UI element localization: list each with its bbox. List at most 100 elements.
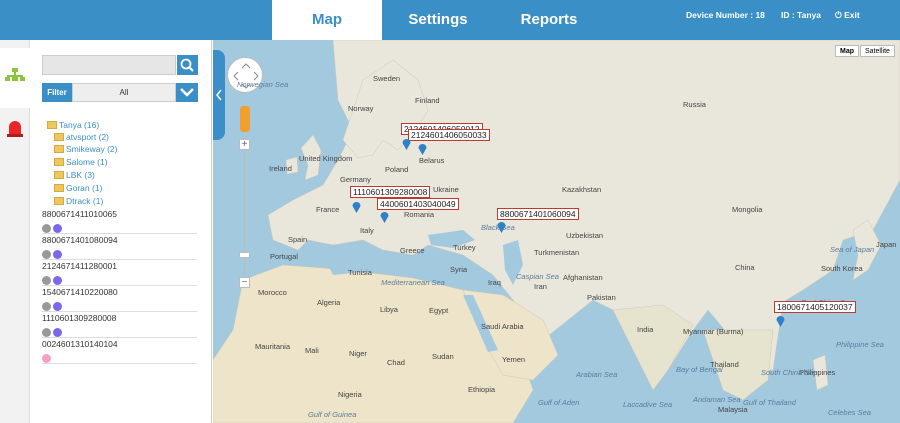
tree-group[interactable]: Smikeway (2) [54, 144, 117, 155]
tree-group[interactable]: atvsport (2) [54, 132, 109, 143]
sea-label: Arabian Sea [576, 370, 618, 379]
alarm-tab[interactable] [0, 118, 30, 138]
list-item[interactable]: 1540671410220080 [42, 287, 197, 312]
country-label: Libya [380, 305, 398, 314]
list-item[interactable]: 8800671401080094 [42, 235, 197, 260]
search-input[interactable] [42, 55, 176, 75]
zoom-in-button[interactable]: + [239, 139, 250, 150]
country-label: Afghanistan [563, 273, 603, 282]
map-type-map-button[interactable]: Map [835, 45, 859, 57]
device-map-label[interactable]: 2124601406050033 [408, 129, 490, 141]
country-label: Morocco [258, 288, 287, 297]
device-tree-tab[interactable] [0, 48, 30, 108]
tree-group[interactable]: LBK (3) [54, 170, 95, 181]
sea-label: Norwegian Sea [237, 80, 289, 89]
country-label: Mauritania [255, 342, 291, 351]
device-map-label[interactable]: 1110601309280008 [350, 186, 431, 198]
filter-dropdown-button[interactable] [176, 83, 198, 102]
country-label: Iran [534, 282, 547, 291]
signal-icon [53, 302, 62, 311]
device-map-label[interactable]: 4400601403040049 [377, 198, 459, 210]
country-label: Syria [450, 265, 468, 274]
device-id: 2124671411280001 [42, 261, 118, 271]
list-item[interactable]: 0024601310140104 [42, 339, 197, 364]
tree-group[interactable]: Goran (1) [54, 183, 102, 194]
country-label: Japan [876, 240, 897, 249]
tab-settings[interactable]: Settings [382, 0, 494, 40]
folder-icon [54, 197, 64, 205]
country-label: Iraq [488, 278, 501, 287]
map-pin-icon[interactable] [497, 221, 506, 233]
device-id: 8800671411010065 [42, 209, 118, 219]
signal-icon [53, 276, 62, 285]
country-label: Russia [683, 100, 706, 109]
country-label: Romania [404, 210, 435, 219]
country-label: Italy [360, 226, 374, 235]
search-button[interactable] [177, 55, 198, 75]
street-view-pegman-icon[interactable] [240, 106, 250, 132]
tab-map[interactable]: Map [272, 0, 382, 40]
list-item[interactable]: 2124671411280001 [42, 261, 197, 286]
left-icon-rail [0, 40, 30, 423]
country-label: Sudan [432, 352, 454, 361]
list-item[interactable]: 8800671411010065 [42, 209, 197, 234]
folder-icon [54, 158, 64, 166]
siren-alarm-icon [7, 121, 23, 137]
folder-icon [47, 121, 57, 129]
country-label: Ethiopia [468, 385, 496, 394]
map-pin-icon[interactable] [380, 211, 389, 223]
map-pin-icon[interactable] [402, 138, 411, 150]
device-map-label[interactable]: 8800671401060094 [497, 208, 579, 220]
device-id: 1110601309280008 [42, 313, 117, 323]
group-label: atvsport (2) [66, 132, 109, 142]
group-label: Goran (1) [66, 183, 103, 193]
folder-icon [54, 145, 64, 153]
device-map-label[interactable]: 1800671405120037 [774, 301, 856, 313]
tree-root-label: Tanya (16) [59, 120, 100, 130]
map-land [213, 40, 900, 423]
country-label: Ukraine [433, 185, 459, 194]
top-navigation-bar: Map Settings Reports Device Number : 18 … [0, 0, 900, 40]
tree-group[interactable]: Dtrack (1) [54, 196, 103, 207]
sea-label: Philippine Sea [836, 340, 884, 349]
map-view[interactable]: + − Map Satellite Norwegian Sea Sweden F… [213, 40, 900, 423]
country-label: Nigeria [338, 390, 362, 399]
offline-icon [42, 328, 51, 337]
zoom-out-button[interactable]: − [239, 277, 250, 288]
sidebar-collapse-handle[interactable] [213, 50, 225, 140]
exit-label: Exit [844, 10, 860, 20]
country-label: Mongolia [732, 205, 763, 214]
country-label: Kazakhstan [562, 185, 602, 194]
group-label: Salome (1) [66, 157, 108, 167]
country-label: Finland [415, 96, 440, 105]
org-tree-icon [5, 68, 25, 81]
map-pin-icon[interactable] [352, 201, 361, 213]
zoom-slider-thumb[interactable] [239, 252, 250, 258]
map-pin-icon[interactable] [418, 143, 427, 155]
country-label: Yemen [502, 355, 526, 364]
sea-label: Gulf of Thailand [743, 398, 796, 407]
filter-select[interactable]: All [72, 83, 176, 102]
exit-button[interactable]: ⏻ Exit [835, 0, 860, 30]
country-label: Uzbekistan [566, 231, 604, 240]
country-label: India [637, 325, 654, 334]
sea-label: Celebes Sea [828, 408, 871, 417]
offline-icon [42, 250, 51, 259]
list-item[interactable]: 1110601309280008 [42, 313, 197, 338]
country-label: Pakistan [587, 293, 616, 302]
search-icon [180, 58, 194, 72]
country-label: Ireland [269, 164, 292, 173]
tree-group[interactable]: Salome (1) [54, 157, 108, 168]
folder-icon [54, 133, 64, 141]
country-label: Portugal [270, 252, 298, 261]
country-label: Spain [288, 235, 308, 244]
user-id-label: ID : Tanya [781, 10, 821, 20]
sea-label: Laccadive Sea [623, 400, 673, 409]
tree-root[interactable]: Tanya (16) [47, 120, 99, 130]
country-label: Turkey [453, 243, 476, 252]
map-pin-icon[interactable] [776, 315, 785, 327]
country-label: Mali [305, 346, 319, 355]
country-label: Germany [340, 175, 371, 184]
tab-reports[interactable]: Reports [494, 0, 604, 40]
map-type-satellite-button[interactable]: Satellite [860, 45, 895, 57]
